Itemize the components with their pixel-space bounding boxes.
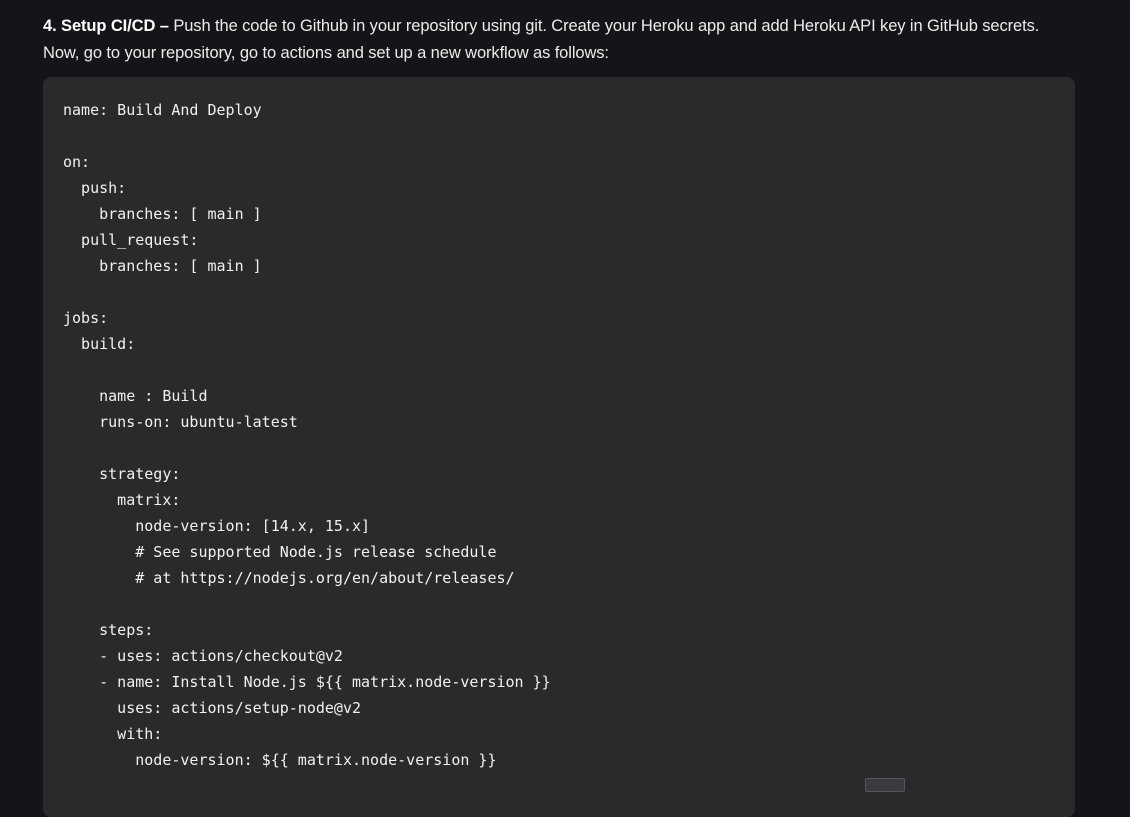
code-line: name : Build (63, 387, 208, 405)
horizontal-scrollbar-thumb[interactable] (865, 778, 905, 792)
code-line: strategy: (63, 465, 181, 483)
code-line: with: (63, 725, 163, 743)
code-line: node-version: [14.x, 15.x] (63, 517, 371, 535)
code-line: push: (63, 179, 127, 197)
code-line: # at https://nodejs.org/en/about/release… (63, 569, 515, 587)
workflow-yaml-code[interactable]: name: Build And Deploy on: push: branches… (63, 97, 551, 773)
instruction-text-line-2: Now, go to your repository, go to action… (43, 44, 609, 62)
code-line: - uses: actions/checkout@v2 (63, 647, 343, 665)
code-line: runs-on: ubuntu-latest (63, 413, 298, 431)
code-line: branches: [ main ] (63, 257, 262, 275)
code-line: pull_request: (63, 231, 199, 249)
code-line: matrix: (63, 491, 181, 509)
code-line: on: (63, 153, 91, 171)
code-line: branches: [ main ] (63, 205, 262, 223)
code-line: # See supported Node.js release schedule (63, 543, 497, 561)
code-line: node-version: ${{ matrix.node-version }} (63, 751, 497, 769)
code-line: - name: Install Node.js ${{ matrix.node-… (63, 673, 551, 691)
instruction-text-line-1: Push the code to Github in your reposito… (168, 17, 1040, 35)
step-title: 4. Setup CI/CD – (43, 17, 169, 35)
code-line: build: (63, 335, 136, 353)
code-line: uses: actions/setup-node@v2 (63, 699, 362, 717)
code-line: steps: (63, 621, 154, 639)
code-block-panel[interactable]: name: Build And Deploy on: push: branches… (43, 77, 1075, 817)
code-line: jobs: (63, 309, 109, 327)
instruction-paragraph: 4. Setup CI/CD – Push the code to Github… (43, 13, 1103, 67)
code-line: name: Build And Deploy (63, 101, 262, 119)
